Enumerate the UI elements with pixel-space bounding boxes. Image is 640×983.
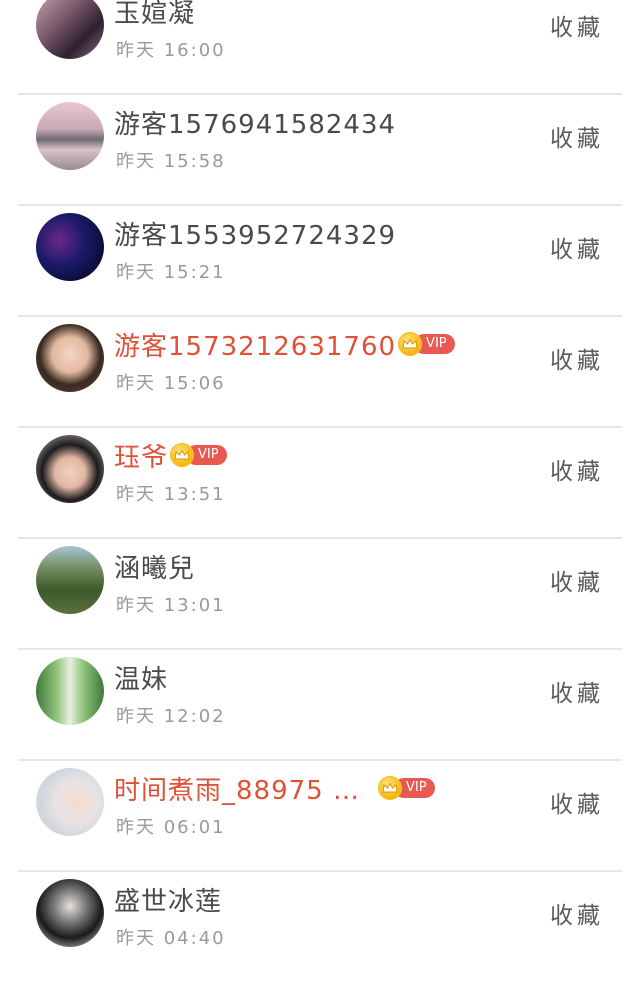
favorite-button[interactable]: 收藏 — [550, 563, 604, 597]
crown-icon — [377, 776, 402, 800]
user-name: 时间煮雨_88975 … — [114, 775, 360, 806]
vip-badge: VIP — [377, 776, 435, 800]
avatar[interactable] — [36, 435, 104, 503]
avatar[interactable] — [36, 102, 104, 170]
user-name: 涵曦兒 — [114, 553, 196, 584]
list-item[interactable]: 涵曦兒 昨天 13:01 收藏 — [0, 539, 640, 650]
favorite-button[interactable]: 收藏 — [550, 119, 604, 153]
favorite-button[interactable]: 收藏 — [550, 674, 604, 708]
favorite-button[interactable]: 收藏 — [550, 785, 604, 819]
visit-time: 昨天 12:02 — [116, 706, 226, 727]
crown-icon — [398, 332, 423, 356]
favorite-button[interactable]: 收藏 — [550, 230, 604, 264]
visit-time: 昨天 06:01 — [116, 817, 226, 838]
favorite-button[interactable]: 收藏 — [550, 341, 604, 375]
user-name: 玉媗凝 — [114, 0, 196, 29]
visit-time: 昨天 13:51 — [116, 484, 226, 505]
visit-time: 昨天 04:40 — [116, 928, 226, 949]
list-item[interactable]: 温妹 昨天 12:02 收藏 — [0, 650, 640, 761]
avatar[interactable] — [36, 546, 104, 614]
user-name: 游客1576941582434 — [114, 109, 397, 140]
visit-time: 昨天 15:21 — [116, 262, 226, 283]
visit-time: 昨天 16:00 — [116, 40, 226, 61]
avatar[interactable] — [36, 0, 104, 59]
avatar[interactable] — [36, 324, 104, 392]
user-name: 盛世冰莲 — [114, 886, 223, 917]
user-name: 游客1553952724329 — [114, 220, 397, 251]
user-name: 游客1573212631760 — [114, 331, 397, 362]
visit-time: 昨天 15:58 — [116, 151, 226, 172]
visit-time: 昨天 13:01 — [116, 595, 226, 616]
list-item[interactable]: 时间煮雨_88975 … VIP 昨天 06:01 收藏 — [0, 761, 640, 872]
list-item[interactable]: 游客1573212631760 VIP 昨天 15:06 收藏 — [0, 317, 640, 428]
list-item[interactable]: 游客1553952724329 昨天 15:21 收藏 — [0, 206, 640, 317]
crown-icon — [170, 443, 195, 467]
list-item[interactable]: 玉媗凝 昨天 16:00 收藏 — [0, 0, 640, 95]
avatar[interactable] — [36, 768, 104, 836]
avatar[interactable] — [36, 657, 104, 725]
visit-time: 昨天 15:06 — [116, 373, 226, 394]
avatar[interactable] — [36, 213, 104, 281]
vip-badge: VIP — [170, 443, 227, 467]
list-item[interactable]: 游客1576941582434 昨天 15:58 收藏 — [0, 95, 640, 206]
avatar[interactable] — [36, 879, 104, 947]
favorite-button[interactable]: 收藏 — [550, 8, 604, 42]
favorite-button[interactable]: 收藏 — [550, 452, 604, 486]
favorite-button[interactable]: 收藏 — [550, 896, 604, 930]
vip-badge: VIP — [398, 332, 455, 356]
user-name: 珏爷 — [114, 442, 169, 473]
user-name: 温妹 — [114, 664, 169, 695]
list-item[interactable]: 珏爷 VIP 昨天 13:51 收藏 — [0, 428, 640, 539]
list-item[interactable]: 盛世冰莲 昨天 04:40 收藏 — [0, 872, 640, 983]
